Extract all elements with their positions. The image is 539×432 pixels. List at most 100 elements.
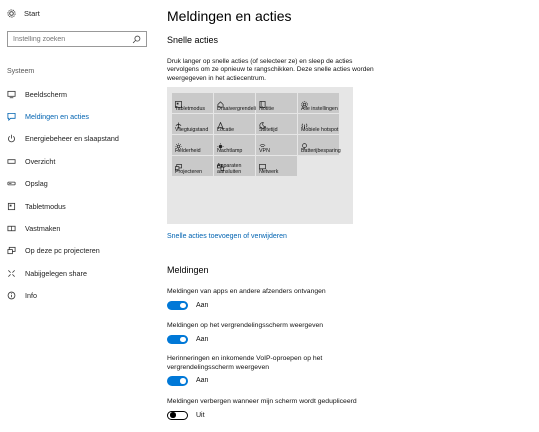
tile-label: Projecteren [175,169,203,175]
toggle-switch[interactable] [167,334,188,345]
sidebar-nav: Beeldscherm Meldingen en acties Energieb… [0,83,160,307]
setting-label: Meldingen op het vergrendelingsscherm we… [167,322,324,329]
quick-actions-grid: Tabletmodus Draaivergrendeling Notitie A… [167,87,353,224]
toggle-switch[interactable] [167,300,188,311]
setting-app-notifications: Meldingen van apps en andere afzenders o… [167,288,397,311]
vpn-icon [259,137,266,148]
setting-hide-when-duplicating: Meldingen verbergen wanneer mijn scherm … [167,398,407,421]
main-content: Meldingen en acties Snelle acties Druk l… [167,0,539,432]
gear-icon [301,95,308,108]
sidebar-item-projecteren[interactable]: Op deze pc projecteren [0,240,160,262]
quick-actions-heading: Snelle acties [167,35,219,45]
tile-label: Helderheid [175,148,201,154]
tile-label: Tabletmodus [175,106,206,112]
tile-tabletmodus[interactable]: Tabletmodus [172,93,213,113]
sidebar-item-label: Meldingen en acties [25,112,89,122]
home-nav[interactable]: Start [7,9,40,18]
sidebar-item-label: Energiebeheer en slaapstand [25,134,119,144]
tile-helderheid[interactable]: Helderheid [172,135,213,155]
share-icon [7,269,16,278]
tile-alle-instellingen[interactable]: Alle instellingen [298,93,339,113]
tile-label: Notitie [259,106,275,112]
tile-label: Locatie [217,127,235,133]
network-icon [259,158,266,171]
tile-netwerk[interactable]: Netwerk [256,156,297,176]
tile-mobiele-hotspot[interactable]: Mobiele hotspot [298,114,339,134]
home-label: Start [24,9,40,18]
info-icon [7,291,16,300]
tile-label: Batterijbesparing [301,148,341,154]
tile-label: Draaivergrendeling [217,106,262,112]
tile-label: Nachtlamp [217,148,243,154]
search-box[interactable] [7,31,147,47]
setting-label: Meldingen verbergen wanneer mijn scherm … [167,398,357,405]
setting-label: Herinneringen en inkomende VoIP-oproepen… [167,355,323,371]
toggle-switch[interactable] [167,376,188,386]
sidebar-item-label: Vastmaken [25,224,61,234]
tile-vpn[interactable]: VPN [256,135,297,155]
sidebar-item-vastmaken[interactable]: Vastmaken [0,217,160,239]
tile-label: VPN [259,148,270,154]
toggle-state: Aan [196,301,209,309]
setting-reminders-voip: Herinneringen en inkomende VoIP-oproepen… [167,355,372,386]
tile-batterijbesparing[interactable]: Batterijbesparing [298,135,341,155]
tile-label: Mobiele hotspot [301,127,339,133]
night-light-icon [217,137,224,150]
tile-locatie[interactable]: Locatie [214,114,255,134]
sidebar-item-opslag[interactable]: Opslag [0,173,160,195]
tile-label: Apparaten aansluiten [217,163,242,175]
toggle-state: Aan [196,335,209,343]
tile-label: Netwerk [259,169,279,175]
gear-icon [7,9,16,18]
search-input[interactable] [13,35,131,43]
notifications-heading: Meldingen [167,265,209,275]
tile-vliegtuigstand[interactable]: Vliegtuigstand [172,114,213,134]
battery-saver-icon [301,137,308,150]
moon-icon [259,116,266,129]
note-icon [259,95,266,108]
tile-label: Stiltetijd [259,127,278,133]
sidebar-item-energiebeheer[interactable]: Energiebeheer en slaapstand [0,128,160,150]
tile-label: Alle instellingen [301,106,338,112]
toggle-state: Aan [196,377,209,385]
sidebar-item-label: Opslag [25,179,48,189]
toggle-switch[interactable] [167,410,188,421]
tile-apparaten-aansluiten[interactable]: Apparaten aansluiten [214,156,255,176]
search-icon[interactable] [132,35,141,44]
sidebar-item-label: Op deze pc projecteren [25,246,100,256]
tile-label: Vliegtuigstand [175,127,209,133]
tile-notitie[interactable]: Notitie [256,93,297,113]
sidebar-item-tabletmodus[interactable]: Tabletmodus [0,195,160,217]
tile-stiltetijd[interactable]: Stiltetijd [256,114,297,134]
sidebar-item-beeldscherm[interactable]: Beeldscherm [0,83,160,105]
tile-nachtlamp[interactable]: Nachtlamp [214,135,255,155]
setting-lockscreen-notifications: Meldingen op het vergrendelingsscherm we… [167,322,397,345]
sidebar-item-label: Nabijgelegen share [25,268,87,278]
sidebar: Start Systeem Beeldscherm Meldingen en a… [0,0,160,432]
sidebar-item-label: Tabletmodus [25,201,66,211]
sidebar-item-label: Overzicht [25,156,56,166]
sidebar-item-overzicht[interactable]: Overzicht [0,150,160,172]
multitask-icon [7,224,16,233]
tablet-icon [175,95,182,108]
sidebar-item-info[interactable]: Info [0,285,160,307]
hotspot-icon [301,116,308,129]
project-icon [7,246,16,255]
tile-projecteren[interactable]: Projecteren [172,156,213,176]
sidebar-item-label: Beeldscherm [25,89,67,99]
sidebar-item-meldingen[interactable]: Meldingen en acties [0,105,160,127]
location-icon [217,116,224,130]
rotation-lock-icon [217,95,224,108]
sidebar-item-share[interactable]: Nabijgelegen share [0,262,160,284]
section-label: Systeem [7,68,35,75]
sidebar-item-label: Info [25,291,37,301]
page-title: Meldingen en acties [167,8,292,24]
airplane-icon [175,116,182,129]
toggle-state: Uit [196,411,205,419]
tablet-icon [7,202,16,211]
drive-icon [7,179,16,188]
tile-draaivergrendeling[interactable]: Draaivergrendeling [214,93,262,113]
power-icon [7,134,16,143]
add-remove-quick-actions-link[interactable]: Snelle acties toevoegen of verwijderen [167,233,287,240]
storage-icon [7,157,16,166]
